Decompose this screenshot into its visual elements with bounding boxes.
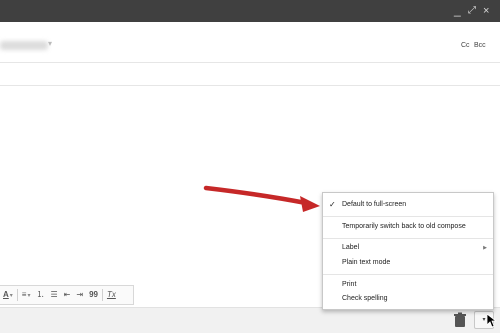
numbered-list-icon: ⒈ bbox=[36, 290, 45, 299]
submenu-arrow-icon: ▶ bbox=[483, 245, 487, 251]
minimize-button[interactable]: _ bbox=[454, 2, 461, 18]
menu-item-label: Plain text mode bbox=[342, 259, 391, 266]
trash-icon[interactable] bbox=[453, 312, 467, 328]
menu-item-plain-text-mode[interactable]: Plain text mode bbox=[323, 256, 493, 270]
bulleted-list-button[interactable]: ☰ bbox=[47, 286, 60, 304]
checkmark-icon: ✓ bbox=[329, 200, 336, 209]
compose-window: _ ⤢ × ▾ Cc Bcc A▾ ≡▾ ⒈ ☰ ⇤ ⇥ 99 Tx ▾ ✓ D… bbox=[0, 0, 500, 333]
menu-divider bbox=[323, 216, 493, 217]
toolbar-separator bbox=[101, 289, 103, 301]
menu-item-switch-old-compose[interactable]: Temporarily switch back to old compose bbox=[323, 220, 493, 234]
quote-icon: 99 bbox=[89, 290, 98, 299]
text-color-icon: A bbox=[3, 289, 9, 299]
close-button[interactable]: × bbox=[483, 3, 489, 19]
menu-item-label: Temporarily switch back to old compose bbox=[342, 223, 466, 230]
menu-item-label: Label bbox=[342, 244, 360, 251]
indent-less-button[interactable]: ⇤ bbox=[61, 286, 74, 304]
align-icon: ≡ bbox=[21, 289, 27, 299]
menu-divider bbox=[323, 238, 493, 239]
menu-item-print[interactable]: Print bbox=[323, 278, 493, 292]
recipient-dropdown-icon: ▾ bbox=[48, 39, 53, 48]
formatting-toolbar: A▾ ≡▾ ⒈ ☰ ⇤ ⇥ 99 Tx bbox=[0, 285, 134, 305]
align-button[interactable]: ≡▾ bbox=[19, 286, 34, 305]
numbered-list-button[interactable]: ⒈ bbox=[33, 286, 47, 304]
remove-formatting-icon: Tx bbox=[106, 290, 116, 299]
toolbar-separator bbox=[16, 289, 18, 301]
menu-divider bbox=[323, 274, 493, 275]
recipient-chip-blurred bbox=[0, 41, 48, 50]
menu-item-check-spelling[interactable]: Check spelling bbox=[323, 292, 493, 306]
quote-button[interactable]: 99 bbox=[86, 286, 101, 304]
more-options-menu: ✓ Default to full-screen Temporarily swi… bbox=[322, 192, 494, 310]
bcc-link[interactable]: Bcc bbox=[474, 42, 486, 49]
menu-item-label: Check spelling bbox=[342, 295, 388, 302]
title-bar: _ ⤢ × bbox=[0, 0, 500, 22]
indent-more-button[interactable]: ⇥ bbox=[73, 286, 86, 304]
bulleted-list-icon: ☰ bbox=[50, 290, 58, 299]
chevron-down-icon: ▾ bbox=[27, 292, 31, 299]
recipients-row[interactable]: ▾ Cc Bcc bbox=[0, 36, 500, 60]
mouse-pointer-icon bbox=[487, 314, 497, 328]
menu-item-label: Default to full-screen bbox=[342, 201, 407, 208]
chevron-down-icon: ▾ bbox=[9, 292, 13, 299]
cc-link[interactable]: Cc bbox=[461, 42, 470, 49]
full-screen-button[interactable]: ⤢ bbox=[468, 3, 476, 19]
menu-item-default-full-screen[interactable]: ✓ Default to full-screen bbox=[323, 198, 493, 212]
indent-less-icon: ⇤ bbox=[63, 290, 71, 299]
menu-item-label: Print bbox=[342, 281, 357, 288]
menu-item-label-submenu[interactable]: Label ▶ bbox=[323, 241, 493, 255]
remove-formatting-button[interactable]: Tx bbox=[104, 286, 119, 304]
text-color-button[interactable]: A▾ bbox=[0, 286, 16, 305]
compose-bottom-bar: ▾ bbox=[0, 307, 500, 333]
subject-field[interactable] bbox=[0, 63, 500, 85]
indent-more-icon: ⇥ bbox=[76, 290, 84, 299]
chevron-down-icon: ▾ bbox=[482, 317, 486, 323]
